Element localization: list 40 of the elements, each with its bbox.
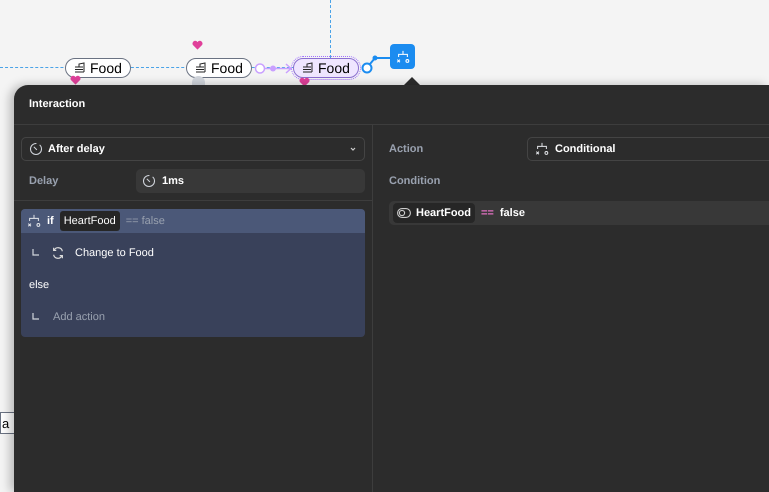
connection-arrow xyxy=(254,62,294,75)
conditional-node[interactable] xyxy=(390,44,415,69)
comparison-text: == false xyxy=(126,214,165,229)
swap-icon xyxy=(51,246,65,260)
trigger-dropdown[interactable]: After delay xyxy=(21,137,365,161)
layer-label: a xyxy=(2,416,10,431)
food-node[interactable]: Food xyxy=(186,58,252,78)
heart-icon xyxy=(299,77,310,87)
condition-field[interactable]: HeartFood == false xyxy=(389,201,769,225)
else-keyword: else xyxy=(29,278,50,293)
food-node[interactable]: Food xyxy=(293,58,359,78)
branch-corner-icon xyxy=(31,312,41,322)
stack-icon xyxy=(195,62,207,74)
conditional-block[interactable]: if HeartFood == false Change to Food else Add action xyxy=(21,209,365,337)
branch-icon xyxy=(27,214,41,228)
heart-icon xyxy=(70,75,81,85)
food-node[interactable]: Food xyxy=(65,58,131,78)
branch-corner-icon xyxy=(31,248,41,258)
add-action-link[interactable]: Add action xyxy=(53,308,105,326)
branch-icon xyxy=(535,142,549,156)
stack-icon xyxy=(74,62,86,74)
stack-icon xyxy=(302,62,314,74)
panel-title: Interaction xyxy=(29,97,86,112)
variable-chip[interactable]: HeartFood xyxy=(393,203,475,223)
delay-label: Delay xyxy=(28,174,60,189)
value-text: false xyxy=(500,206,525,221)
action-label: Action xyxy=(389,142,424,157)
action-item[interactable]: Change to Food xyxy=(75,244,154,262)
delay-field[interactable]: 1ms xyxy=(136,169,365,193)
variable-chip[interactable]: HeartFood xyxy=(60,210,120,232)
toggle-icon xyxy=(397,208,411,218)
chevron-down-icon xyxy=(349,145,357,153)
timer-icon xyxy=(142,174,156,188)
timer-icon xyxy=(29,142,43,156)
if-keyword: if xyxy=(47,214,54,229)
operator-text: == xyxy=(481,206,494,221)
heart-icon xyxy=(192,40,203,50)
action-dropdown[interactable]: Conditional xyxy=(527,137,769,161)
condition-label: Condition xyxy=(389,174,440,189)
branch-icon xyxy=(396,50,410,64)
